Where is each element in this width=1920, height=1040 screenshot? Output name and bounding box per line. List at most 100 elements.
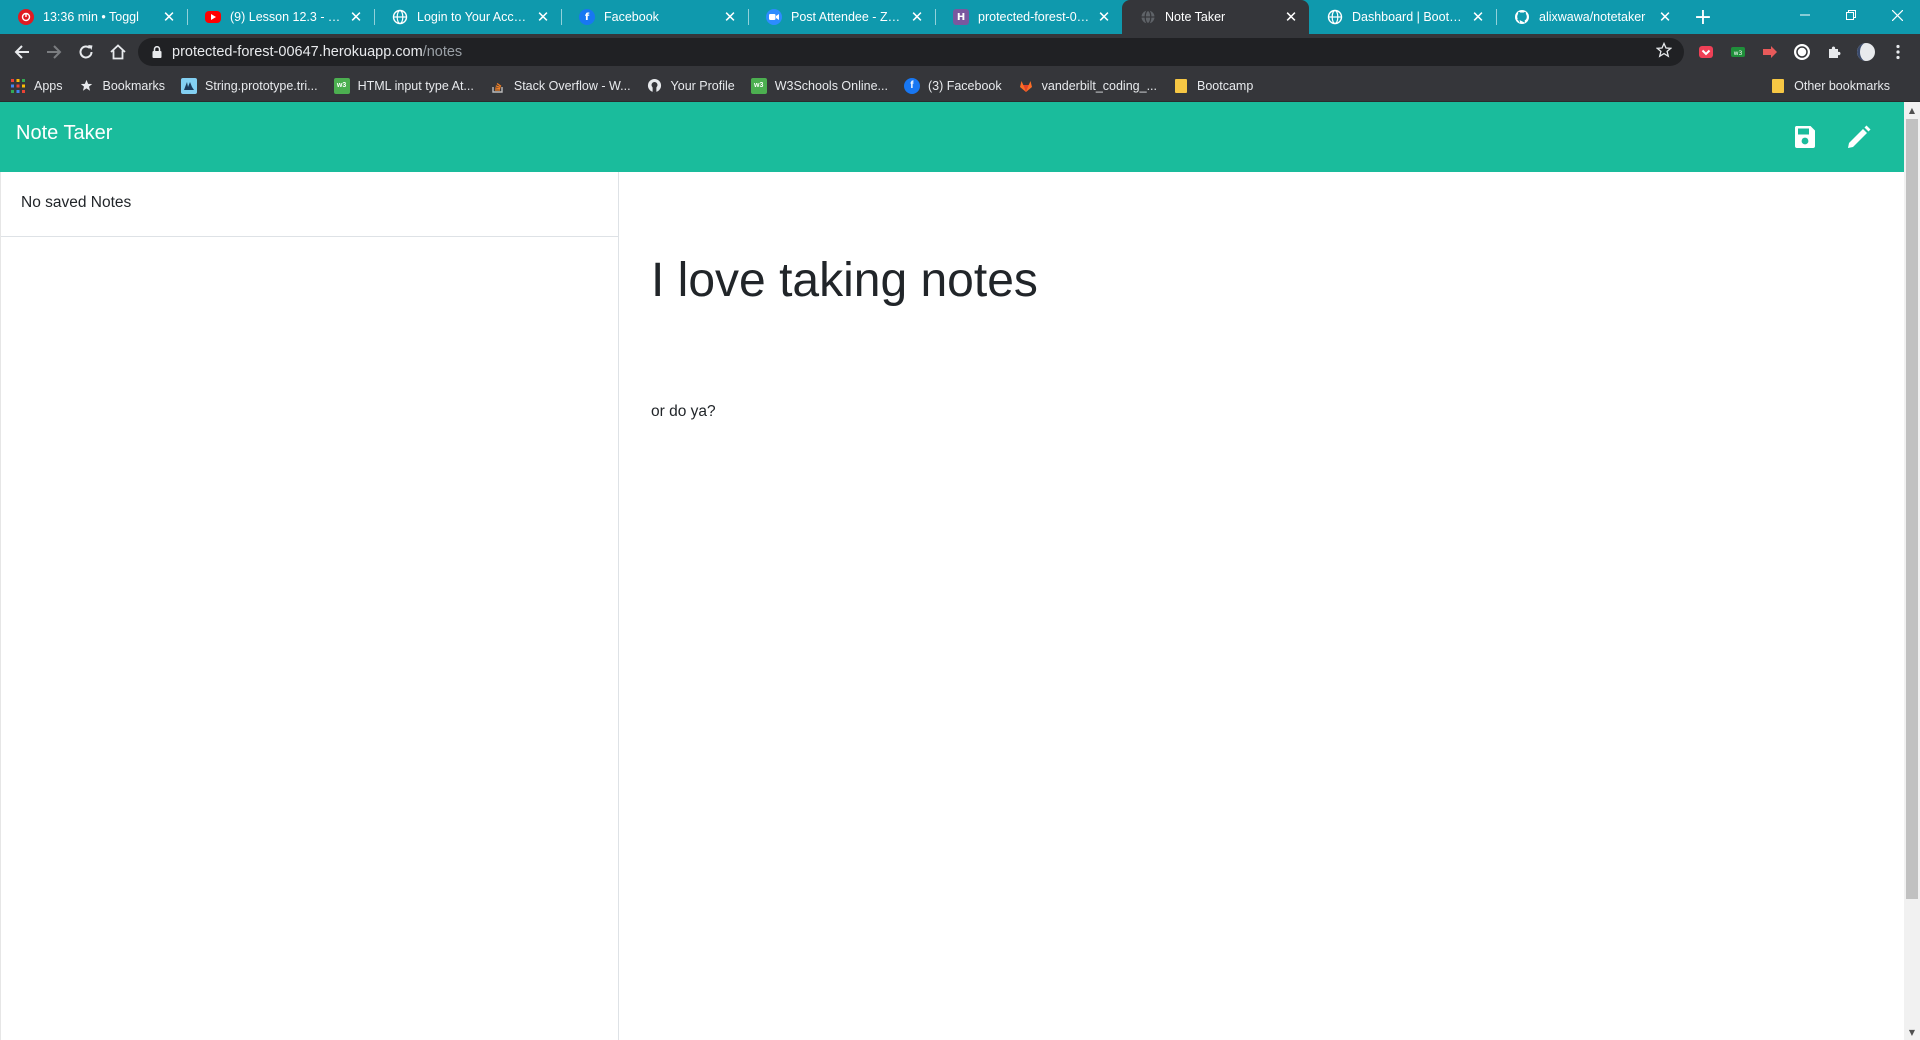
minimize-icon (1800, 14, 1810, 16)
bookmark-label: String.prototype.tri... (205, 78, 318, 93)
browser-tab-active[interactable]: Note Taker ✕ (1122, 0, 1309, 34)
bookmark-other-folder[interactable]: Other bookmarks (1770, 70, 1890, 102)
bookmark-label: Bookmarks (102, 78, 166, 93)
lock-icon (152, 46, 162, 58)
scroll-up-icon[interactable]: ▲ (1904, 102, 1920, 118)
scroll-down-icon[interactable]: ▼ (1904, 1024, 1920, 1040)
close-icon[interactable]: ✕ (1096, 9, 1112, 25)
close-window-button[interactable] (1874, 0, 1920, 30)
globe-icon (1327, 9, 1343, 25)
browser-tab[interactable]: 13:36 min • Toggl ✕ (0, 0, 187, 34)
browser-tab[interactable]: H protected-forest-0064 ✕ (935, 0, 1122, 34)
more-menu-icon[interactable] (1882, 36, 1914, 68)
arrow-left-icon (14, 45, 29, 59)
url-host: protected-forest-00647.herokuapp.com (172, 44, 423, 60)
close-icon[interactable]: ✕ (1283, 9, 1299, 25)
browser-tab[interactable]: f Facebook ✕ (561, 0, 748, 34)
svg-text:w3: w3 (1734, 50, 1743, 57)
browser-tab[interactable]: Post Attendee - Zoom ✕ (748, 0, 935, 34)
app-brand[interactable]: Note Taker (16, 122, 112, 145)
browser-tab[interactable]: (9) Lesson 12.3 - Two D ✕ (187, 0, 374, 34)
plus-icon: + (1693, 4, 1713, 30)
note-body-textarea[interactable]: or do ya? (651, 403, 1851, 421)
close-icon[interactable]: ✕ (1657, 9, 1673, 25)
back-button[interactable] (6, 36, 38, 68)
arrow-right-icon (47, 45, 62, 59)
puzzle-extensions-icon[interactable] (1818, 36, 1850, 68)
tab-title: (9) Lesson 12.3 - Two D (230, 10, 342, 24)
github-icon (1514, 9, 1530, 25)
browser-tab[interactable]: Dashboard | Bootcamp ✕ (1309, 0, 1496, 34)
profile-avatar-icon[interactable] (1850, 36, 1882, 68)
bookmark-label: Your Profile (670, 78, 735, 93)
restore-button[interactable] (1828, 0, 1874, 30)
forward-button[interactable] (38, 36, 70, 68)
bookmark-w3schools-online[interactable]: w3 W3Schools Online... (750, 77, 888, 94)
close-icon[interactable]: ✕ (909, 9, 925, 25)
bookmark-bookmarks[interactable]: Bookmarks (79, 78, 166, 94)
gitlab-icon (1018, 78, 1034, 94)
minimize-button[interactable] (1782, 0, 1828, 30)
browser-tab-strip: 13:36 min • Toggl ✕ (9) Lesson 12.3 - Tw… (0, 0, 1920, 34)
tab-title: protected-forest-0064 (978, 10, 1090, 24)
tab-title: Dashboard | Bootcamp (1352, 10, 1464, 24)
pocket-extension-icon[interactable] (1690, 36, 1722, 68)
tab-title: Login to Your Account (417, 10, 529, 24)
bookmark-label: Apps (34, 78, 63, 93)
bookmark-github-profile[interactable]: Your Profile (647, 78, 735, 94)
bookmark-label: HTML input type At... (357, 78, 474, 93)
close-icon (1891, 9, 1903, 21)
bookmark-folder-bootcamp[interactable]: Bootcamp (1173, 78, 1253, 94)
close-icon[interactable]: ✕ (535, 9, 551, 25)
w3schools-extension-icon[interactable]: w3 (1722, 36, 1754, 68)
pencil-icon[interactable] (1845, 123, 1873, 151)
browser-tab[interactable]: alixwawa/notetaker ✕ (1496, 0, 1683, 34)
close-icon[interactable]: ✕ (722, 9, 738, 25)
reload-button[interactable] (70, 36, 102, 68)
bookmark-mdn[interactable]: String.prototype.tri... (181, 77, 318, 94)
bookmark-label: vanderbilt_coding_... (1041, 78, 1157, 93)
bookmark-w3schools-input[interactable]: w3 HTML input type At... (333, 77, 474, 94)
facebook-icon: f (903, 77, 920, 94)
w3schools-icon: w3 (750, 77, 767, 94)
bookmark-star-icon[interactable] (1655, 41, 1673, 62)
arrow-extension-icon[interactable] (1754, 36, 1786, 68)
bookmark-gitlab[interactable]: vanderbilt_coding_... (1018, 78, 1157, 94)
close-icon[interactable]: ✕ (161, 9, 177, 25)
tab-title: alixwawa/notetaker (1539, 10, 1646, 24)
bookmark-facebook[interactable]: f (3) Facebook (903, 77, 1002, 94)
browser-tab[interactable]: Login to Your Account ✕ (374, 0, 561, 34)
notes-list-sidebar: No saved Notes (0, 172, 619, 1040)
globe-icon (392, 9, 408, 25)
folder-icon (1173, 78, 1189, 94)
bookmark-label: Stack Overflow - W... (513, 78, 631, 93)
circle-extension-icon[interactable] (1786, 36, 1818, 68)
note-editor: I love taking notes or do ya? (620, 172, 1904, 1040)
close-icon[interactable]: ✕ (348, 9, 364, 25)
close-icon[interactable]: ✕ (1470, 9, 1486, 25)
reload-icon (79, 45, 93, 59)
page-scrollbar[interactable]: ▲ ▼ (1904, 102, 1920, 1040)
restore-icon (1846, 10, 1856, 20)
bookmark-apps[interactable]: Apps (10, 78, 63, 94)
address-bar[interactable]: protected-forest-00647.herokuapp.com/not… (138, 38, 1684, 66)
save-icon[interactable] (1791, 123, 1819, 151)
home-icon (110, 44, 126, 60)
new-tab-button[interactable]: + (1687, 0, 1719, 34)
note-title-input[interactable]: I love taking notes (651, 252, 1851, 310)
bookmark-stackoverflow[interactable]: Stack Overflow - W... (490, 78, 631, 94)
star-icon (79, 78, 95, 94)
list-item: No saved Notes (1, 172, 618, 237)
scrollbar-thumb[interactable] (1906, 119, 1918, 899)
empty-notes-message: No saved Notes (21, 194, 132, 211)
window-controls (1782, 0, 1920, 30)
bookmarks-bar: Apps Bookmarks String.prototype.tri... w… (0, 70, 1920, 102)
home-button[interactable] (102, 36, 134, 68)
w3schools-icon: w3 (333, 77, 350, 94)
folder-icon (1770, 78, 1786, 94)
bookmark-label: (3) Facebook (927, 78, 1002, 93)
tab-title: Facebook (604, 10, 659, 24)
note-taker-app: Note Taker No saved Notes I love taking … (0, 102, 1904, 1040)
tab-title: 13:36 min • Toggl (43, 10, 139, 24)
github-icon (647, 78, 663, 94)
